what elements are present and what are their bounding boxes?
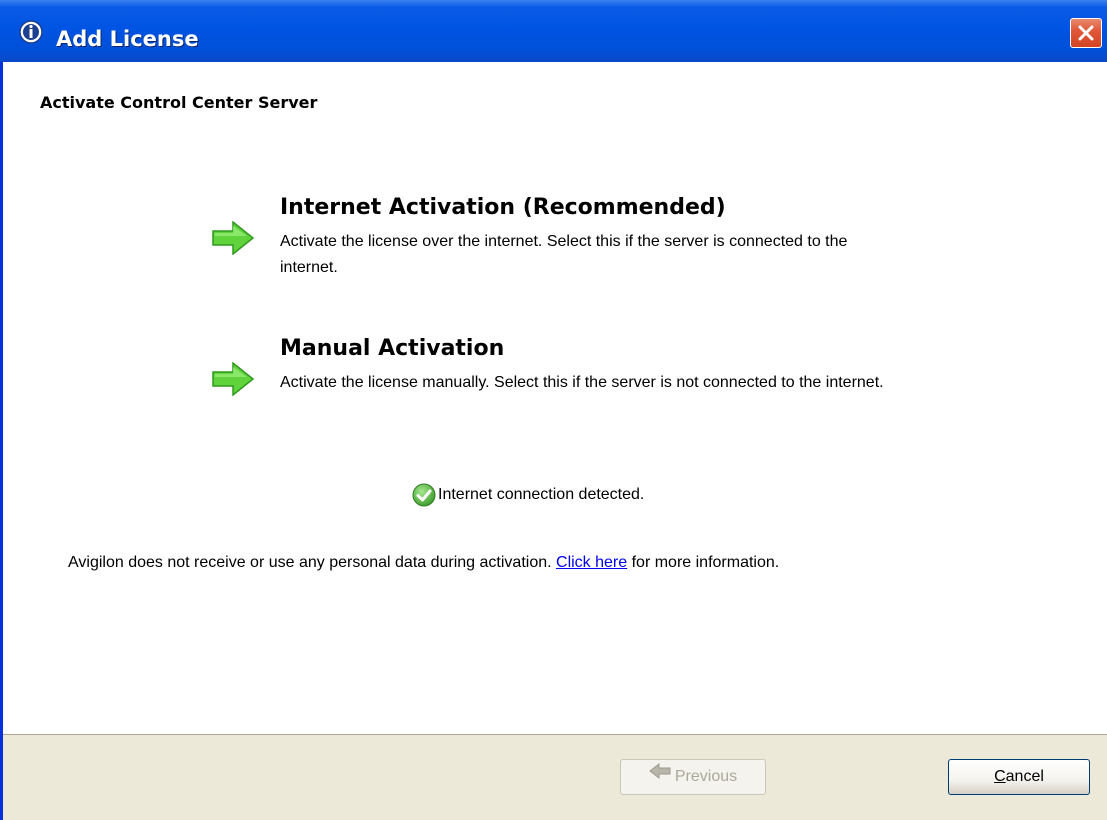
cancel-mnemonic: C bbox=[994, 768, 1006, 785]
option-description: Activate the license manually. Select th… bbox=[280, 374, 884, 391]
previous-button[interactable]: Previous bbox=[620, 759, 766, 795]
left-arrow-icon bbox=[649, 758, 671, 792]
manual-activation-option[interactable]: Manual Activation Activate the license m… bbox=[211, 336, 911, 446]
previous-label: Previous bbox=[674, 768, 738, 786]
option-description: Activate the license over the internet. … bbox=[280, 233, 848, 276]
close-button[interactable] bbox=[1070, 18, 1102, 48]
status-text: Internet connection detected. bbox=[438, 486, 645, 503]
cancel-button[interactable]: Cancel bbox=[948, 759, 1090, 795]
page-heading: Activate Control Center Server bbox=[40, 93, 318, 112]
privacy-text-prefix: Avigilon does not receive or use any per… bbox=[68, 554, 557, 571]
option-title: Internet Activation (Recommended) bbox=[280, 195, 726, 220]
privacy-notice: Avigilon does not receive or use any per… bbox=[68, 554, 779, 572]
privacy-text-suffix: for more information. bbox=[627, 554, 780, 571]
option-title: Manual Activation bbox=[280, 336, 505, 361]
title-bar[interactable]: Add License bbox=[0, 0, 1107, 62]
more-info-link[interactable]: Click here bbox=[556, 554, 627, 571]
cancel-label-rest: ancel bbox=[1005, 768, 1044, 785]
window-title: Add License bbox=[56, 27, 199, 51]
green-arrow-right-icon bbox=[211, 220, 255, 256]
button-bar: Previous Cancel bbox=[3, 734, 1107, 820]
app-info-icon bbox=[19, 20, 43, 44]
internet-activation-option[interactable]: Internet Activation (Recommended) Activa… bbox=[211, 195, 911, 305]
green-arrow-right-icon bbox=[211, 361, 255, 397]
green-check-icon bbox=[412, 483, 436, 507]
add-license-dialog: Add License Activate Control Center Serv… bbox=[0, 0, 1107, 820]
